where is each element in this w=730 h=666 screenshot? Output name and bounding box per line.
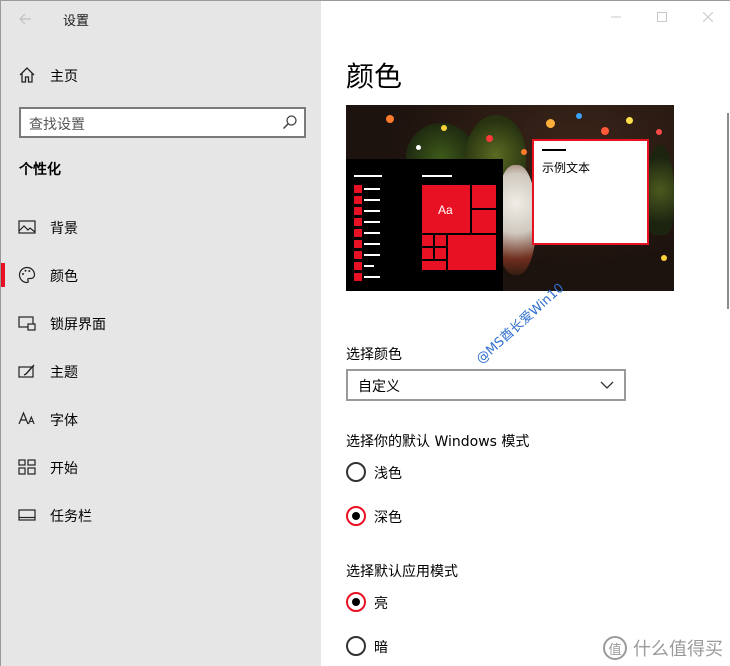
title-bar: 设置 (1, 1, 321, 37)
radio-light-app[interactable]: 亮 (346, 591, 546, 615)
sidebar-item-label: 字体 (50, 413, 78, 429)
radio-label: 浅色 (374, 466, 402, 482)
radio-circle[interactable] (346, 462, 366, 482)
radio-circle[interactable] (346, 592, 366, 612)
selection-indicator (1, 263, 5, 287)
choose-color-label: 选择颜色 (346, 347, 402, 363)
sidebar-item-background[interactable]: 背景 (1, 207, 321, 247)
watermark-logo: 值 (603, 636, 627, 660)
light-dot (521, 149, 527, 155)
sidebar-item-themes[interactable]: 主题 (1, 351, 321, 391)
app-mode-label: 选择默认应用模式 (346, 564, 458, 580)
close-button[interactable] (685, 1, 730, 33)
preview-window: 示例文本 (532, 139, 649, 245)
preview-start-graphic: Aa (354, 175, 496, 281)
light-dot (656, 129, 662, 135)
start-icon (18, 459, 36, 475)
light-dot (416, 145, 421, 150)
theme-icon (18, 364, 35, 378)
sidebar-item-label: 颜色 (50, 269, 78, 285)
sidebar-item-start[interactable]: 开始 (1, 447, 321, 487)
app-title: 设置 (63, 14, 90, 29)
taskbar-icon (18, 509, 36, 521)
preview-start-menu: Aa (346, 159, 503, 291)
minimize-button[interactable] (593, 1, 639, 33)
preview-window-line (542, 149, 566, 151)
minimize-icon (611, 16, 621, 18)
radio-circle[interactable] (346, 636, 366, 656)
sidebar: 设置 主页 查找设置 个性化 背景 颜色 锁屏界面 主题 字体 开始 任务栏 (1, 1, 321, 666)
home-icon (19, 67, 35, 83)
light-dot (626, 117, 633, 124)
font-icon (18, 411, 35, 425)
back-button[interactable] (7, 5, 43, 33)
search-icon[interactable] (282, 114, 298, 130)
search-input[interactable]: 查找设置 (19, 107, 306, 138)
light-dot (601, 127, 609, 135)
choose-color-dropdown[interactable]: 自定义 (346, 369, 626, 401)
lockscreen-icon (18, 316, 36, 331)
main-content: 颜色 Aa 示例文本 选择颜色 自定义 选择你的默认 Windows 模式 浅色… (321, 1, 730, 666)
light-dot (441, 125, 447, 131)
tile-label: Aa (438, 203, 453, 217)
scrollbar[interactable] (727, 113, 729, 309)
chevron-down-icon (600, 381, 614, 389)
home-label: 主页 (50, 69, 78, 85)
light-dot (661, 255, 667, 261)
watermark-text: 什么值得买 (633, 639, 723, 660)
sidebar-item-taskbar[interactable]: 任务栏 (1, 495, 321, 535)
sidebar-item-lockscreen[interactable]: 锁屏界面 (1, 303, 321, 343)
preview-sample-text: 示例文本 (542, 161, 591, 175)
search-placeholder: 查找设置 (29, 117, 85, 133)
home-nav-item[interactable]: 主页 (1, 57, 321, 93)
maximize-button[interactable] (639, 1, 685, 33)
sidebar-item-label: 锁屏界面 (50, 317, 106, 333)
sidebar-item-fonts[interactable]: 字体 (1, 399, 321, 439)
radio-label: 深色 (374, 510, 402, 526)
radio-label: 暗 (374, 640, 388, 656)
radio-dark-app[interactable]: 暗 (346, 635, 546, 659)
tree-shape (646, 145, 674, 235)
sidebar-item-colors[interactable]: 颜色 (1, 255, 321, 295)
picture-icon (18, 220, 36, 234)
light-dot (546, 119, 555, 128)
sidebar-item-label: 主题 (50, 365, 78, 381)
maximize-icon (657, 12, 667, 22)
sidebar-item-label: 背景 (50, 221, 78, 237)
light-dot (576, 113, 582, 119)
palette-icon (18, 266, 36, 284)
light-dot (386, 115, 394, 123)
radio-circle[interactable] (346, 506, 366, 526)
radio-dark-windows[interactable]: 深色 (346, 505, 546, 529)
sidebar-item-label: 开始 (50, 461, 78, 477)
close-icon (703, 12, 713, 22)
sidebar-item-label: 任务栏 (50, 509, 92, 525)
settings-window: 设置 主页 查找设置 个性化 背景 颜色 锁屏界面 主题 字体 开始 任务栏 颜… (0, 0, 730, 666)
back-arrow-icon (19, 13, 31, 25)
radio-light-windows[interactable]: 浅色 (346, 461, 546, 485)
section-title: 个性化 (19, 162, 61, 178)
radio-label: 亮 (374, 596, 388, 612)
diagonal-watermark: @MS酋长爱Win10 (473, 280, 568, 368)
color-preview: Aa 示例文本 (346, 105, 674, 291)
dropdown-value: 自定义 (358, 379, 400, 395)
light-dot (486, 135, 493, 142)
windows-mode-label: 选择你的默认 Windows 模式 (346, 434, 530, 450)
corner-watermark: 值 什么值得买 (603, 635, 723, 661)
page-title: 颜色 (346, 60, 403, 93)
